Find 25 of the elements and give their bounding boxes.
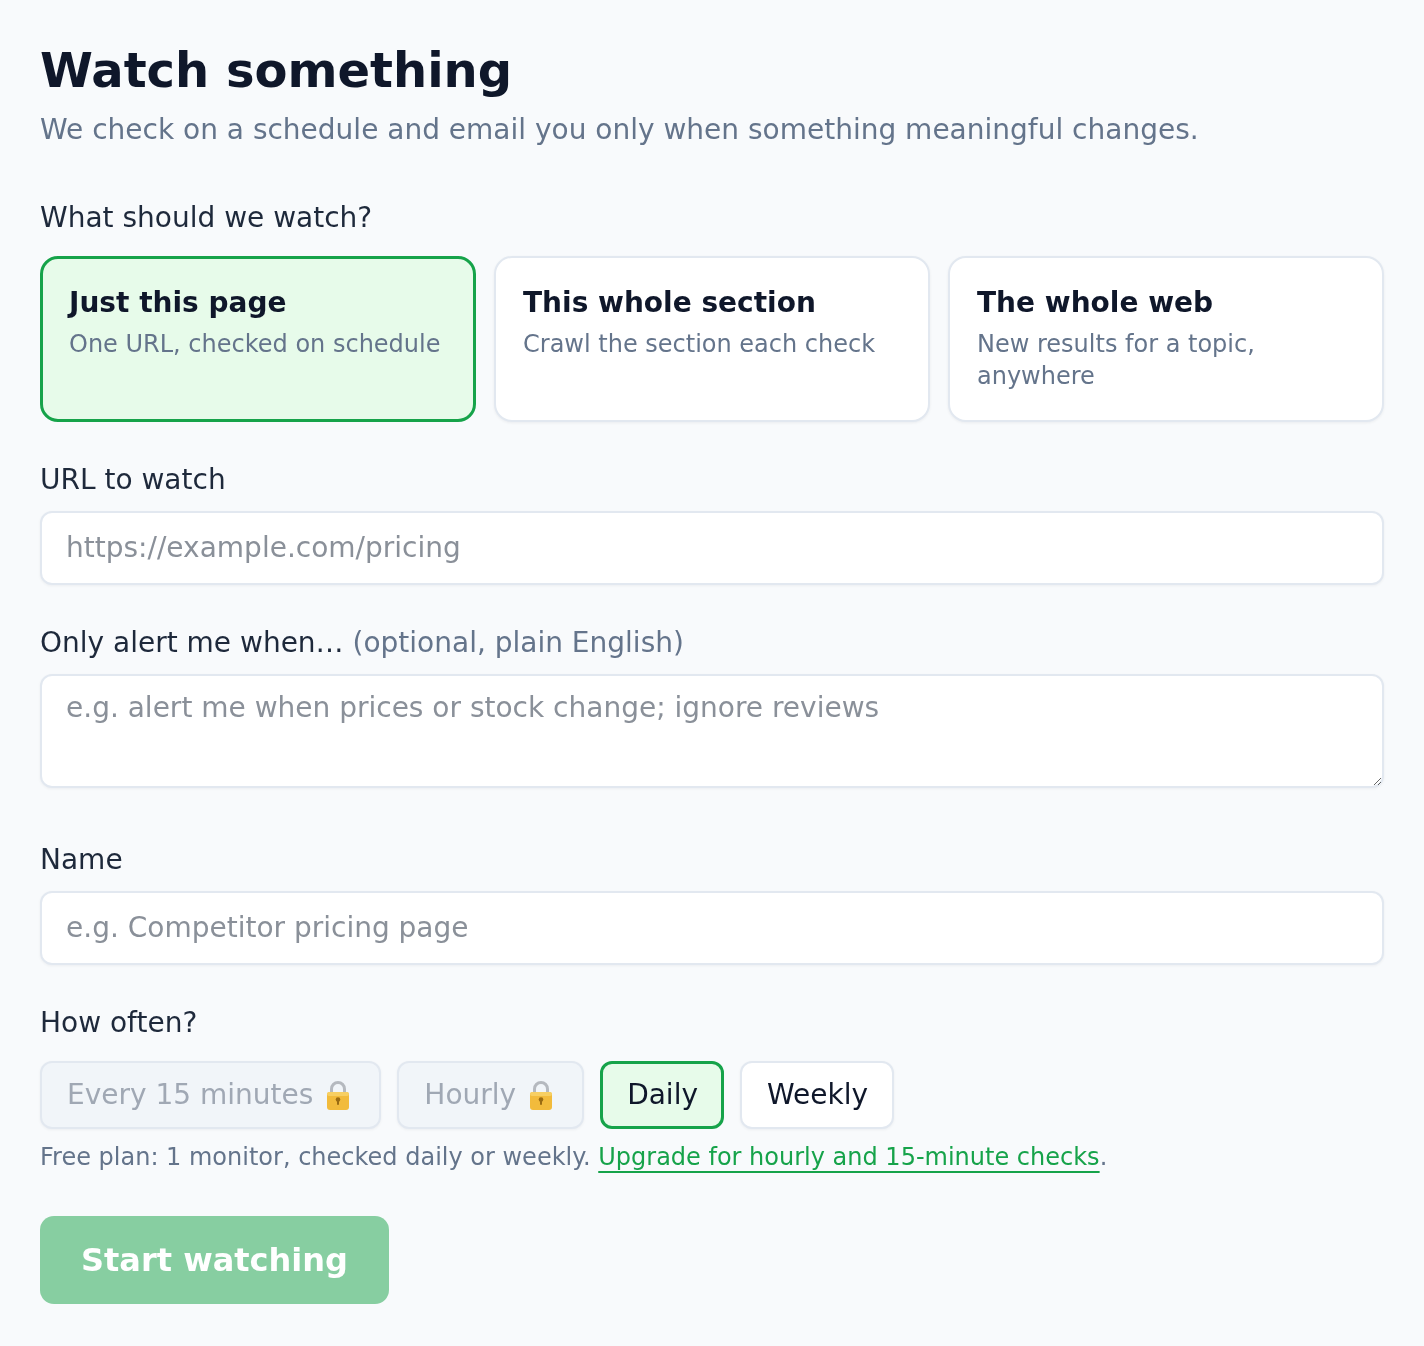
option-description: Crawl the section each check: [523, 329, 877, 360]
option-title: This whole section: [523, 286, 817, 320]
field-label: Name: [40, 843, 123, 876]
option-title: Just this page: [69, 286, 288, 320]
alert-condition-textarea[interactable]: e.g. alert me when prices or stock change; ignore reviews: [40, 674, 1384, 788]
name-input[interactable]: e.g. Competitor pricing page: [40, 891, 1384, 965]
option-title: The whole web: [977, 286, 1215, 320]
lock-icon: [325, 1080, 352, 1110]
section-label: What should we watch?: [40, 201, 374, 235]
frequency-option[interactable]: Daily: [600, 1061, 724, 1129]
page-subtitle: We check on a schedule and email you only when something meaningful changes.: [40, 113, 1200, 147]
url-input[interactable]: https://example.com/pricing: [40, 511, 1384, 585]
plan-note: Free plan: 1 monitor, checked daily or weekly. Upgrade for hourly and 15-minute checks.: [40, 1142, 1109, 1172]
option-description: One URL, checked on schedule: [69, 329, 442, 360]
field-hint: (optional, plain English): [352, 626, 684, 659]
field-label: Only alert me when…: [40, 626, 344, 659]
watch-option-card[interactable]: This whole section Crawl the section each check: [494, 256, 930, 422]
watch-option-card[interactable]: The whole web New results for a topic, anywhere: [948, 256, 1384, 422]
option-description: New results for a topic, anywhere: [977, 329, 1256, 392]
page-title: Watch something: [40, 41, 514, 99]
frequency-option[interactable]: Weekly: [740, 1061, 895, 1129]
field-label: URL to watch: [40, 463, 226, 496]
section-label: How often?: [40, 1006, 199, 1040]
lock-icon: [528, 1080, 555, 1110]
watch-option-card[interactable]: Just this page One URL, checked on schedule: [40, 256, 476, 422]
